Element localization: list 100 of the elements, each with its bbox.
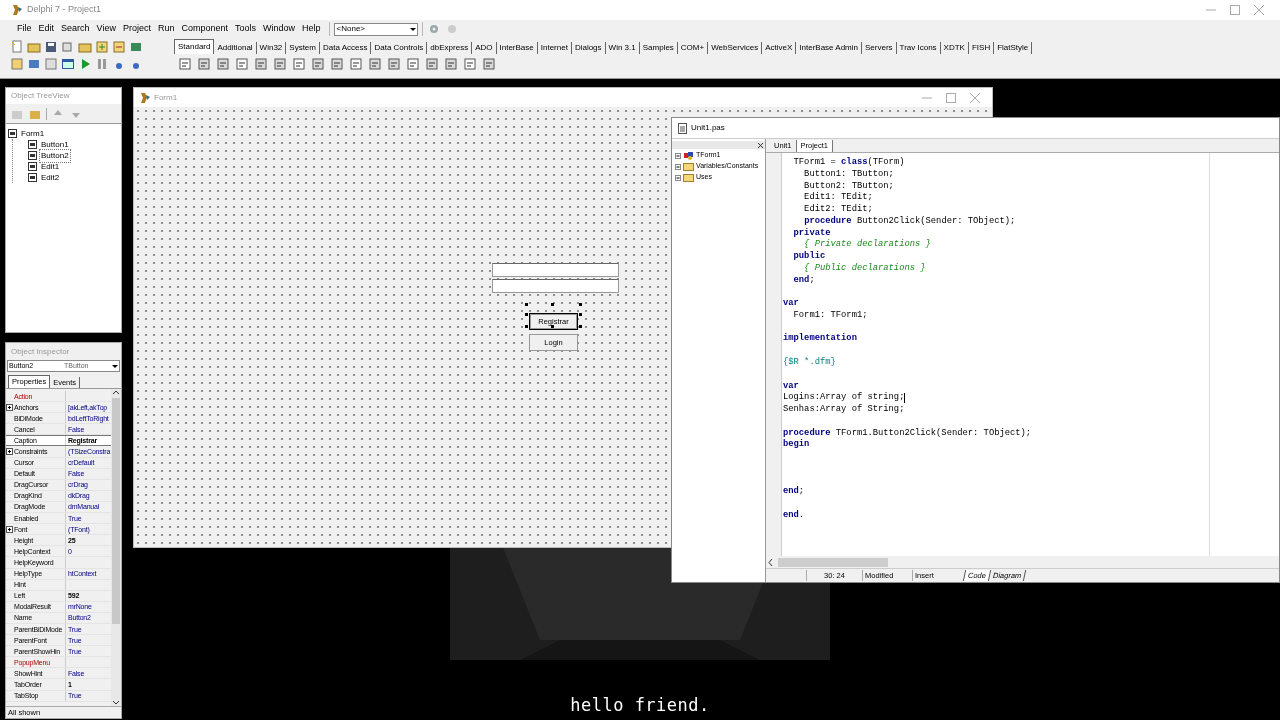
menu-item[interactable]: View [93,22,119,36]
tree-item[interactable]: Button1 [40,138,70,151]
code-line: Form1: TForm1; [792,309,868,322]
palette-tab[interactable]: Samples [639,42,678,54]
code-line: TForm1 = class(TForm) [792,157,905,169]
toggle-icon[interactable] [44,57,58,71]
resize-handle[interactable] [579,303,582,306]
code-line: procedure TForm1.Button2Click(Sender: TObject); [783,427,1032,439]
menu-item[interactable]: Tools [232,22,259,36]
code-line: { Private declarations } [803,239,931,251]
expand-icon [675,174,681,181]
resize-handle[interactable] [579,313,582,316]
resize-handle[interactable] [525,325,528,328]
palette-tab[interactable]: Trav Icons [896,42,941,54]
code-line: end; [792,274,815,287]
expand-icon [675,163,681,170]
resize-handle[interactable] [579,325,582,328]
code-line: var [783,380,799,392]
tree-item[interactable]: Edit1 [40,160,61,173]
folder-icon [683,162,694,171]
palette-tab[interactable]: Data Access [319,42,372,54]
palette-tab[interactable]: FlatStyle [994,42,1033,54]
code-line: end; [783,486,805,499]
resize-handle[interactable] [525,303,528,306]
code-line: implementation [783,333,857,346]
code-line: Edit2: TEdit; [803,204,873,216]
code-line: var [783,298,799,310]
palette-tab[interactable]: System [286,42,320,54]
save-icon[interactable] [44,40,58,54]
window-title: Unit1.pas [691,122,725,134]
book-icon[interactable] [129,40,143,54]
new-file-icon[interactable] [10,40,24,54]
palette-tab[interactable]: InterBase Admin [796,42,862,54]
palette-tab[interactable]: Servers [862,42,897,54]
maximize-icon[interactable] [1230,5,1240,15]
panel-title: Object TreeView [11,90,70,102]
menu-item[interactable]: Help [299,22,324,36]
expand-icon [675,152,681,159]
forms-icon[interactable] [27,57,41,71]
form-icon [8,129,17,138]
dropdown-arrow-icon [111,362,119,370]
palette-tab[interactable]: COM+ [677,42,709,54]
code-line: procedure Button2Click(Sender: TObject); [803,215,1016,228]
palette-tab[interactable]: Data Controls [371,42,428,54]
palette-tab[interactable]: WebServices [708,42,763,54]
maximize-icon[interactable] [946,92,956,103]
text-field[interactable] [492,263,619,277]
remove-file-icon[interactable] [112,40,126,54]
palette-tab[interactable]: Dialogs [571,42,606,54]
tree-item[interactable]: Edit2 [40,171,61,184]
resize-handle[interactable] [551,325,554,328]
window-title: Delphi 7 - Project1 [27,3,102,17]
menu-item[interactable]: Window [260,22,298,36]
code-line: private [792,227,831,239]
expand-icon[interactable] [6,448,13,455]
pause-icon[interactable] [95,57,109,71]
code-line: Button2: TButton; [803,180,894,192]
menu-item[interactable]: Edit [35,22,58,36]
tree-item[interactable]: Button2 [40,149,70,162]
component-combo[interactable]: <None> [333,22,418,36]
resize-handle[interactable] [551,303,554,306]
menu-item[interactable]: File [14,22,35,36]
tree-item[interactable]: Form1 [20,127,46,140]
palette-tab[interactable]: ADO [472,42,497,54]
delphi-logo-icon [140,91,151,104]
palette-tab[interactable]: Win32 [256,42,287,54]
subtitle: hello friend. [570,694,710,717]
horizontal-scrollbar[interactable] [766,556,1279,568]
palette-tab[interactable]: Additional [214,42,257,54]
menu-item[interactable]: Run [154,22,178,36]
code-line: {$R *.dfm} [783,357,836,369]
text-cursor [904,393,906,404]
palette-tab[interactable]: XDTK [940,42,969,54]
palette-tab[interactable]: ActiveX [762,42,797,54]
palette-tab[interactable]: Win 3.1 [605,42,640,54]
document-icon [678,122,687,134]
expand-icon[interactable] [6,525,13,533]
menu-item[interactable]: Project [119,22,154,36]
class-icon [683,151,694,160]
close-icon[interactable] [757,141,764,149]
code-line: Logins:Array of string; [783,392,905,404]
menu-item[interactable]: Component [178,22,231,36]
expand-icon[interactable] [6,403,13,411]
panel-title: Object Inspector [11,345,70,358]
code-line: public [792,251,826,263]
unit-icon[interactable] [10,57,24,71]
menu-item[interactable]: Search [58,22,93,36]
palette-tab[interactable]: dbExpress [427,42,473,54]
code-line: begin [783,439,810,452]
form-icon[interactable] [61,57,75,71]
text-field[interactable] [492,279,619,293]
palette-tab[interactable]: Standard [174,39,215,54]
add-file-icon[interactable] [95,40,109,54]
resize-handle[interactable] [525,313,528,316]
scrollbar[interactable] [111,389,121,706]
palette-tab[interactable]: Internet [537,42,572,54]
code-line: { Public declarations } [803,262,926,275]
palette-tab[interactable]: InterBase [496,42,538,54]
dropdown-arrow-icon [408,25,417,33]
palette-tab[interactable]: FISH [968,42,995,54]
